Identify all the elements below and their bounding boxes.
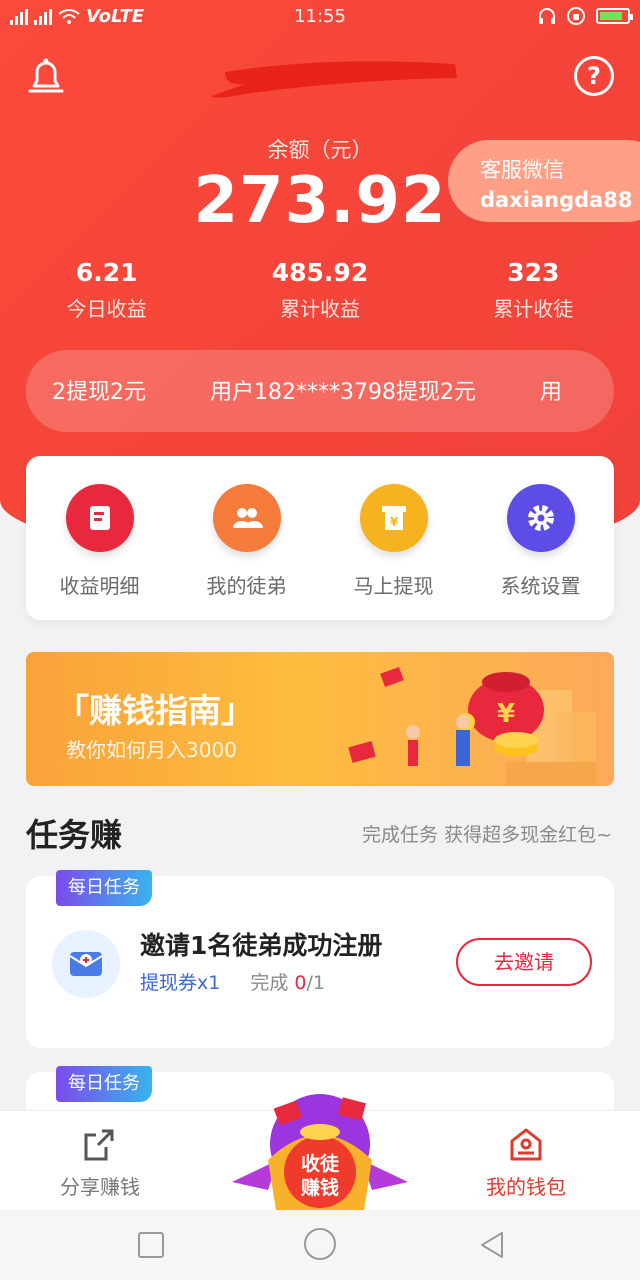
banner-illustration: ¥ <box>348 667 596 786</box>
service-label: 客服微信 <box>480 158 564 182</box>
stat-value: 323 <box>507 258 560 287</box>
home-button[interactable] <box>304 1228 336 1260</box>
bell-icon[interactable] <box>26 56 66 96</box>
ticker-item: 2提现2元 <box>52 380 146 405</box>
stat-label: 累计收益 <box>279 297 360 321</box>
progress-done: 0 <box>294 972 307 994</box>
headphones-icon <box>539 8 555 24</box>
menu-label: 收益明细 <box>59 574 140 598</box>
yen-box-icon: ¥ <box>359 484 428 552</box>
battery-icon <box>596 8 633 24</box>
receipt-icon <box>65 484 134 552</box>
rotation-lock-icon <box>567 7 585 25</box>
tab-share-earn[interactable]: 分享赚钱 <box>60 1125 140 1200</box>
task-tag: 每日任务 <box>56 870 152 906</box>
center-label-line1: 收徒 <box>300 1153 339 1175</box>
task-progress: 完成 0/1 <box>250 968 325 995</box>
tasks-section-title: 任务赚 <box>26 816 123 854</box>
invite-button[interactable]: 去邀请 <box>456 938 592 986</box>
system-navigation-bar <box>0 1210 640 1280</box>
menu-earnings-detail[interactable]: 收益明细 <box>26 484 173 620</box>
tasks-section-subtitle: 完成任务 获得超多现金红包~ <box>362 824 612 846</box>
service-id: daxiangda88 <box>480 188 633 212</box>
status-right <box>538 6 633 26</box>
svg-text:¥: ¥ <box>389 515 398 529</box>
quick-menu: 收益明细 我的徒弟 ¥ 马上提现 系统设置 <box>26 456 614 620</box>
task-meta: 提现券x1 完成 0/1 <box>140 968 325 995</box>
menu-label: 马上提现 <box>353 574 434 598</box>
stat-value: 6.21 <box>75 258 138 287</box>
share-icon <box>84 1129 114 1161</box>
task-card: 每日任务 邀请1名徒弟成功注册 提现券x1 完成 0/1 去邀请 <box>26 870 614 1048</box>
people-icon <box>212 484 281 552</box>
gear-icon <box>506 484 575 552</box>
stat-total-earnings[interactable]: 485.92 累计收益 <box>213 258 426 322</box>
redacted-username <box>211 61 457 98</box>
svg-text:¥: ¥ <box>497 699 515 729</box>
banner-subtitle: 教你如何月入3000 <box>66 738 237 762</box>
recruit-earn-label[interactable]: 收徒 赚钱 <box>286 1152 354 1200</box>
back-button[interactable] <box>478 1230 506 1260</box>
help-icon[interactable]: ? <box>574 56 614 96</box>
stat-label: 累计收徒 <box>493 297 574 321</box>
banner-title: 「赚钱指南」 <box>56 691 254 730</box>
progress-label: 完成 <box>250 972 289 994</box>
money-guide-banner[interactable]: 「赚钱指南」 教你如何月入3000 ¥ <box>26 652 614 786</box>
wallet-home-icon <box>510 1128 542 1161</box>
ticker-item: 用户182****3798提现2元 <box>210 380 476 405</box>
ticker-item: 用 <box>539 380 562 405</box>
tab-label: 我的钱包 <box>486 1175 566 1199</box>
withdrawal-ticker: 2提现2元 用户182****3798提现2元 用 <box>26 350 614 432</box>
menu-my-apprentices[interactable]: 我的徒弟 <box>173 484 320 620</box>
stat-today-earnings[interactable]: 6.21 今日收益 <box>0 258 213 322</box>
customer-service-pill[interactable]: 客服微信 daxiangda88 <box>448 140 640 222</box>
menu-withdraw-now[interactable]: ¥ 马上提现 <box>320 484 467 620</box>
stats-row: 6.21 今日收益 485.92 累计收益 323 累计收徒 <box>0 258 640 322</box>
recent-apps-button[interactable] <box>138 1232 164 1258</box>
task-reward: 提现券x1 <box>140 972 221 994</box>
task-title: 邀请1名徒弟成功注册 <box>140 931 383 960</box>
stat-label: 今日收益 <box>66 297 147 321</box>
tab-label: 分享赚钱 <box>60 1175 140 1199</box>
menu-label: 系统设置 <box>500 574 581 598</box>
task-tag: 每日任务 <box>56 1066 152 1102</box>
status-bar: VoLTE 11:55 <box>0 0 640 36</box>
menu-system-settings[interactable]: 系统设置 <box>467 484 614 620</box>
menu-label: 我的徒弟 <box>206 574 287 598</box>
progress-total: /1 <box>306 972 326 994</box>
tab-my-wallet[interactable]: 我的钱包 <box>486 1125 566 1200</box>
stat-total-apprentices[interactable]: 323 累计收徒 <box>427 258 640 322</box>
center-label-line2: 赚钱 <box>300 1177 339 1199</box>
stat-value: 485.92 <box>271 258 369 287</box>
invite-mail-icon <box>52 930 120 998</box>
